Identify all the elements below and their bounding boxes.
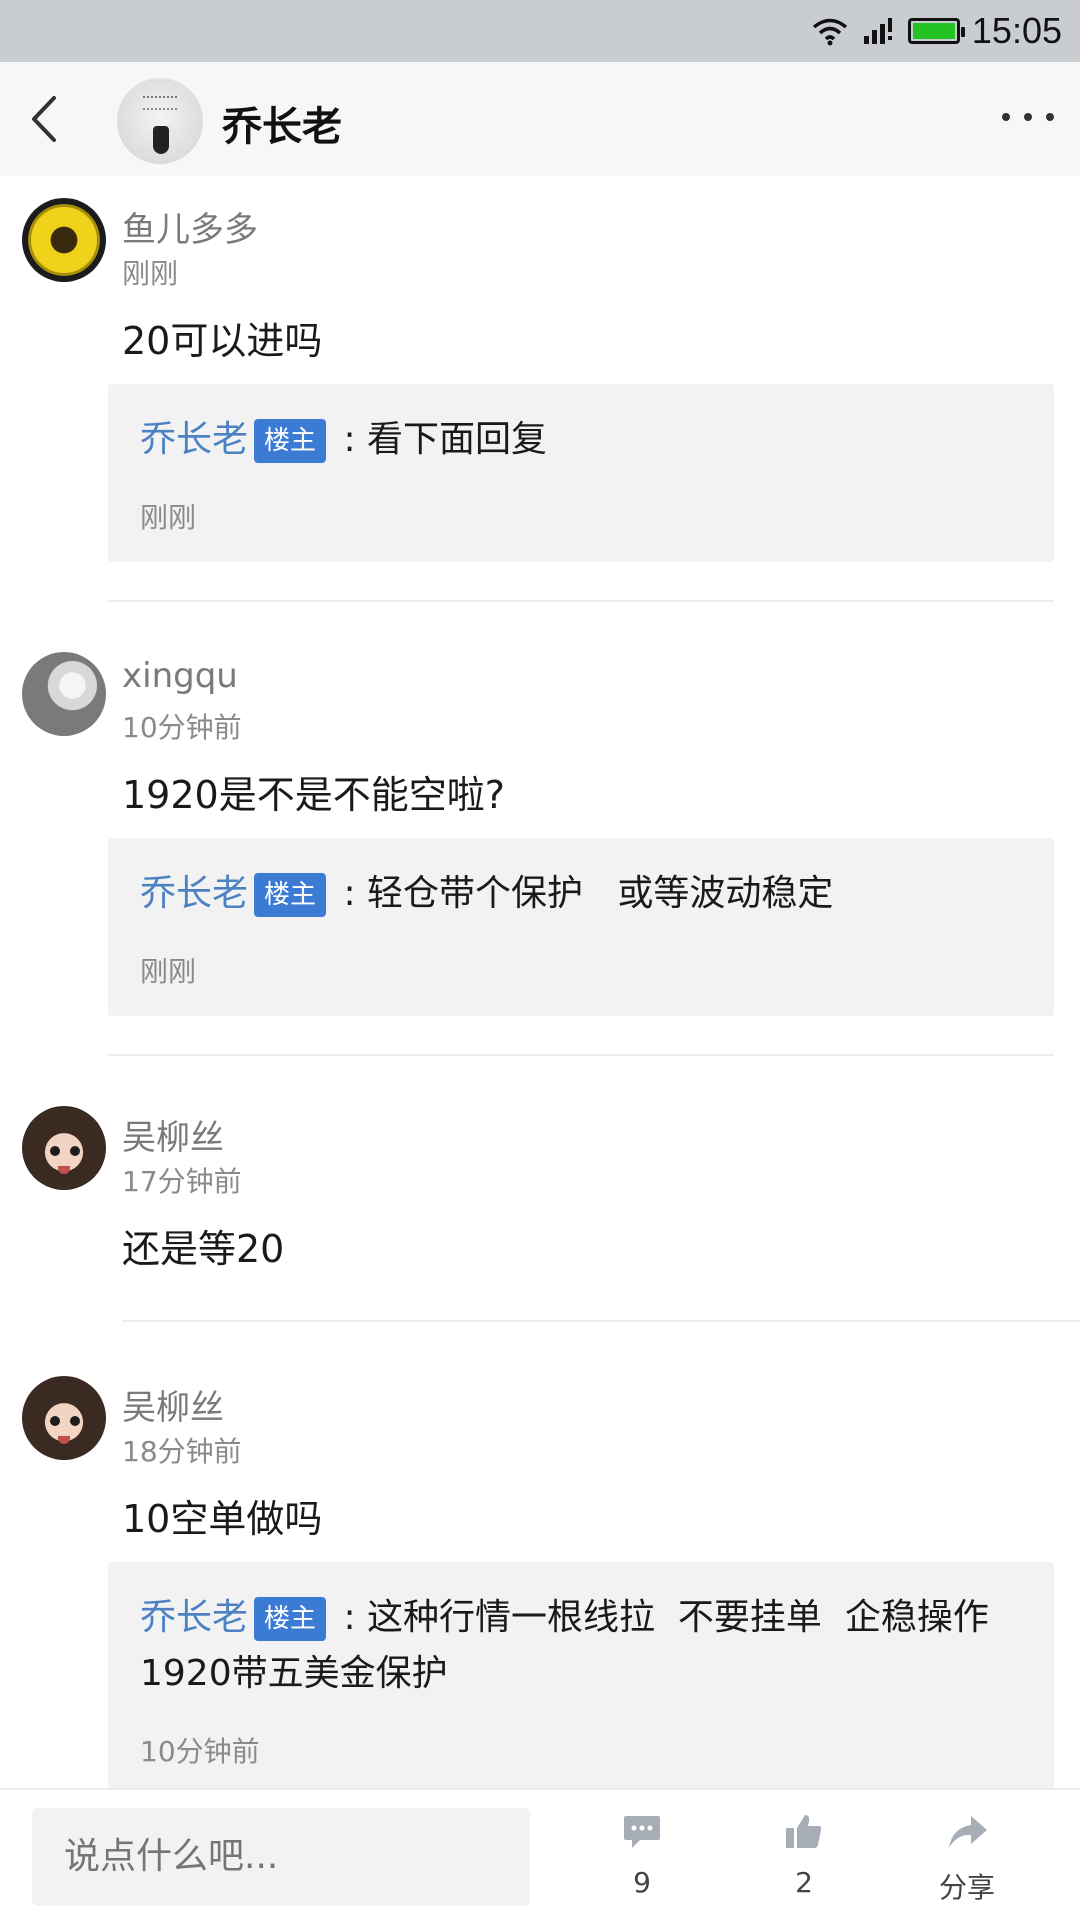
owner-badge: 楼主 [254,873,327,917]
status-indicators: 15:05 [810,0,1062,62]
share-icon [949,1816,987,1848]
reply-line: 乔长老 楼主 : 看下面回复 [140,412,1030,468]
signal-icon [863,18,892,44]
more-button[interactable] [1002,102,1054,132]
comment-text[interactable]: 20可以进吗 [122,310,322,365]
chevron-left-icon [32,96,56,142]
divider [108,600,1054,602]
avatar[interactable] [22,652,106,736]
header-avatar[interactable] [117,78,203,164]
reply-box[interactable]: 乔长老 楼主 : 看下面回复 刚刚 [108,384,1054,562]
reply-separator: : [332,1597,368,1638]
reply-author[interactable]: 乔长老 [140,1597,248,1638]
like-button[interactable]: 2 [759,1812,849,1908]
wifi-icon [812,18,848,46]
user-name[interactable]: 鱼儿多多 [122,202,258,251]
like-count: 2 [795,1866,813,1899]
comment-text[interactable]: 还是等20 [122,1218,284,1273]
comment-time: 17分钟前 [122,1165,242,1198]
nav-bar: 乔长老 [0,62,1080,176]
user-name[interactable]: 吴柳丝 [122,1380,224,1429]
comment-time: 刚刚 [122,257,179,290]
thumbs-up-icon [786,1815,822,1848]
comment-text[interactable]: 1920是不是不能空啦? [122,764,505,819]
battery-level [912,23,955,39]
reply-box[interactable]: 乔长老 楼主 : 这种行情一根线拉 不要挂单 企稳操作1920带五美金保护 10分… [108,1562,1054,1788]
page-title: 乔长老 [222,104,342,150]
comment-time: 18分钟前 [122,1435,242,1468]
comment-count: 9 [633,1866,651,1899]
bottom-bar: 9 2 分享 [0,1788,1080,1920]
comment-list[interactable]: 鱼儿多多 刚刚 20可以进吗 乔长老 楼主 : 看下面回复 刚刚 xingqu 1… [0,176,1080,1788]
comment-time: 10分钟前 [122,711,242,744]
divider [122,1320,1080,1322]
owner-badge: 楼主 [254,419,327,463]
comment-input[interactable] [32,1808,530,1906]
user-name[interactable]: xingqu [122,656,238,696]
comment-bubble-icon [624,1816,660,1848]
reply-time: 刚刚 [140,501,197,534]
share-button[interactable]: 分享 [922,1812,1012,1908]
reply-time: 10分钟前 [140,1735,260,1768]
user-name[interactable]: 吴柳丝 [122,1110,224,1159]
reply-author[interactable]: 乔长老 [140,419,248,460]
avatar[interactable] [22,198,106,282]
share-label: 分享 [938,1871,995,1904]
owner-badge: 楼主 [254,1597,327,1641]
reply-text: 轻仓带个保护 或等波动稳定 [367,873,834,914]
reply-line: 乔长老 楼主 : 轻仓带个保护 或等波动稳定 [140,866,1030,922]
back-button[interactable] [26,94,66,144]
comment-text[interactable]: 10空单做吗 [122,1488,322,1543]
reply-separator: : [332,873,368,914]
comment-count-button[interactable]: 9 [597,1812,687,1908]
reply-author[interactable]: 乔长老 [140,873,248,914]
status-bar: 15:05 [0,0,1080,62]
avatar[interactable] [22,1376,106,1460]
status-time: 15:05 [971,10,1062,51]
avatar[interactable] [22,1106,106,1190]
battery-icon [907,18,965,44]
reply-time: 刚刚 [140,955,197,988]
reply-line: 乔长老 楼主 : 这种行情一根线拉 不要挂单 企稳操作1920带五美金保护 [140,1590,1030,1702]
divider [108,1054,1054,1056]
reply-box[interactable]: 乔长老 楼主 : 轻仓带个保护 或等波动稳定 刚刚 [108,838,1054,1016]
reply-separator: : [332,419,368,460]
reply-text: 看下面回复 [367,419,548,460]
more-icon [1002,113,1010,121]
